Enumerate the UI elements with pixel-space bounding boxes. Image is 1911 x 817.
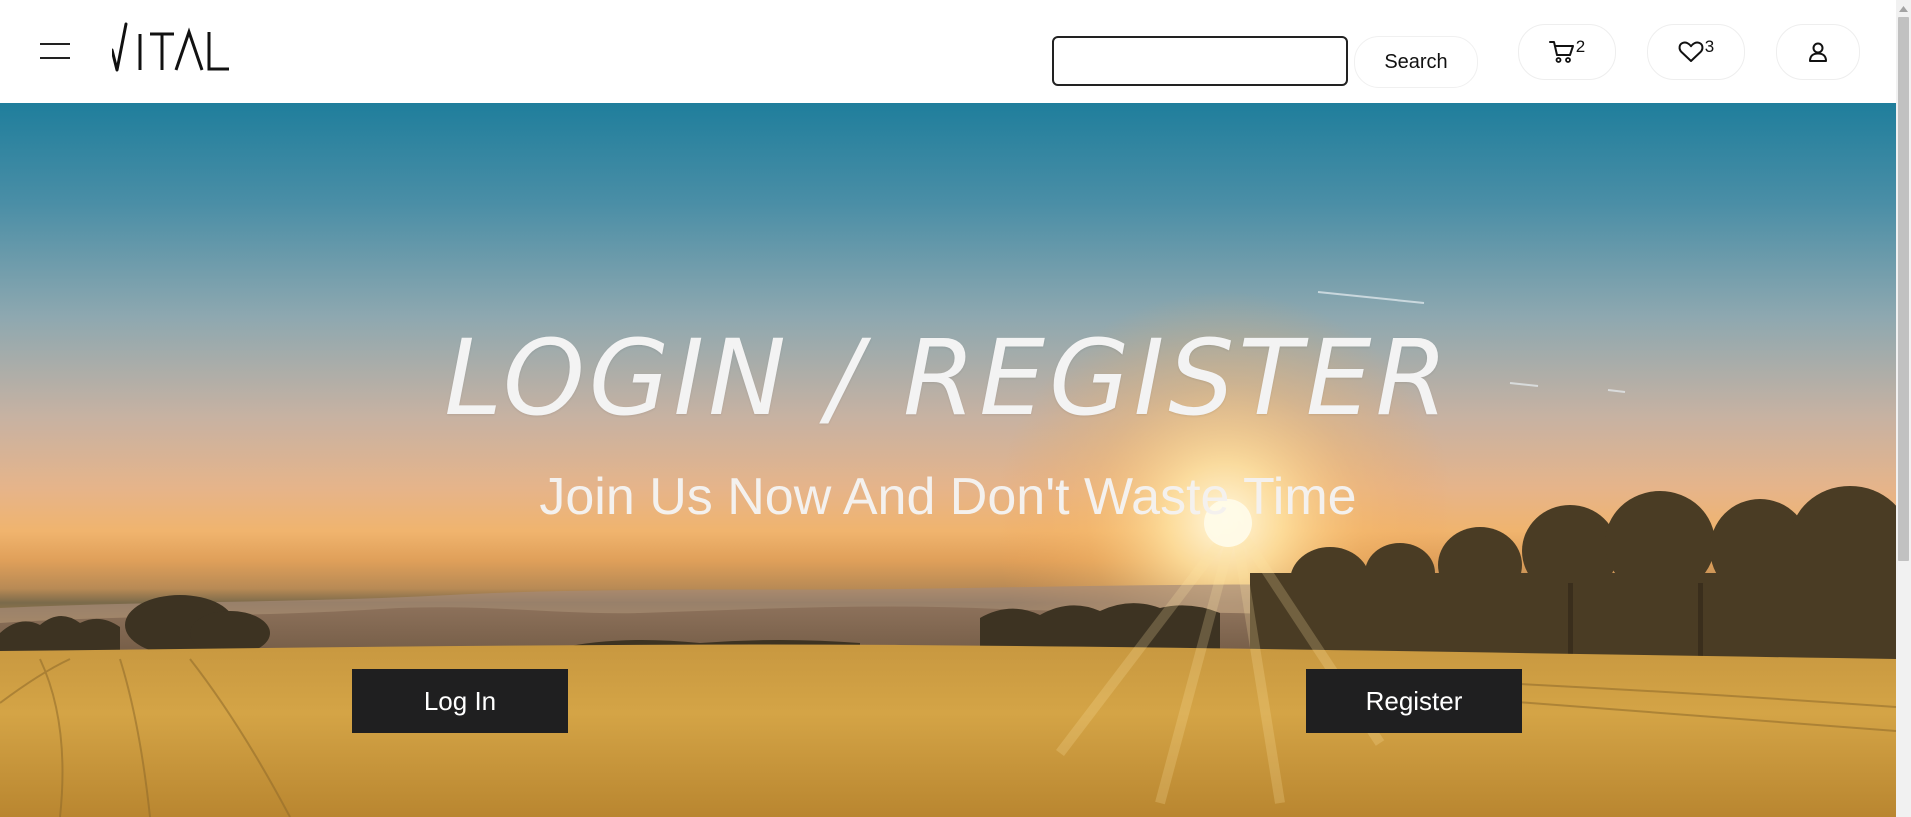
login-button[interactable]: Log In <box>352 669 568 733</box>
search-input[interactable] <box>1052 36 1348 86</box>
heart-icon <box>1678 41 1704 62</box>
scroll-up-arrow-icon[interactable] <box>1896 0 1911 17</box>
cart-count-badge: 2 <box>1575 37 1586 56</box>
brand-logo[interactable] <box>112 22 230 72</box>
hamburger-menu-icon[interactable] <box>36 36 74 66</box>
account-button[interactable] <box>1776 24 1860 80</box>
hero-title: LOGIN / REGISTER <box>444 317 1452 439</box>
favorites-button[interactable]: 3 <box>1647 24 1745 80</box>
cart-icon <box>1548 41 1574 63</box>
register-button[interactable]: Register <box>1306 669 1522 733</box>
cart-button[interactable]: 2 <box>1518 24 1616 80</box>
search-button[interactable]: Search <box>1354 36 1478 88</box>
page: Search 2 3 LOGIN / REGISTER Join Us Now … <box>0 0 1911 817</box>
site-header: Search 2 3 <box>0 0 1896 103</box>
favorites-count-badge: 3 <box>1704 37 1715 56</box>
scrollbar-thumb[interactable] <box>1898 17 1909 561</box>
user-icon <box>1809 42 1827 62</box>
hero-subtitle: Join Us Now And Don't Waste Time <box>539 468 1357 526</box>
sunset-field-background-image <box>0 291 1896 817</box>
vertical-scrollbar[interactable] <box>1896 0 1911 817</box>
hero-banner: LOGIN / REGISTER Join Us Now And Don't W… <box>0 103 1896 817</box>
